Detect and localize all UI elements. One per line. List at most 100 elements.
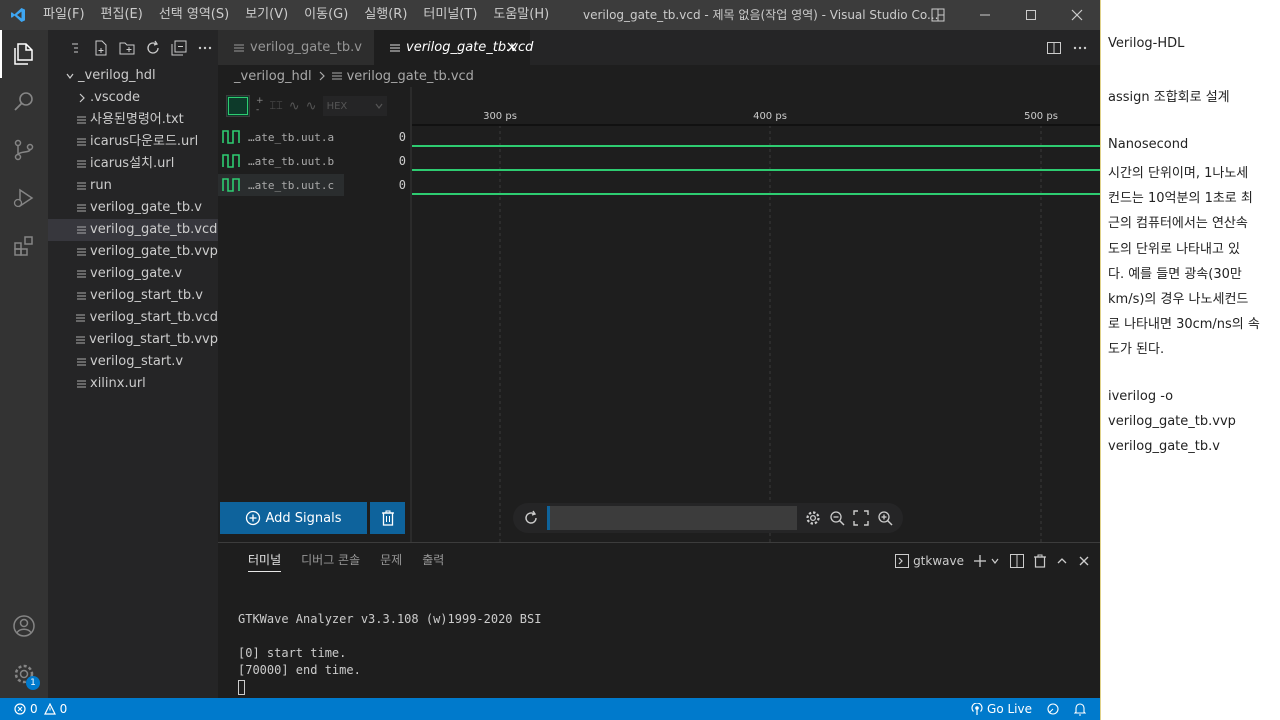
signal-row[interactable]: …ate_tb.uut.a 0 xyxy=(218,125,410,149)
layout-icon[interactable] xyxy=(928,0,948,30)
zoom-plus-minus[interactable]: + - xyxy=(256,97,264,115)
search-icon[interactable] xyxy=(0,78,48,126)
refresh-icon[interactable] xyxy=(144,39,162,57)
note-line: km/s)의 경우 나노세컨드 xyxy=(1108,292,1249,307)
tree-file[interactable]: 사용된명령어.txt xyxy=(48,109,218,131)
note-line: verilog_gate_tb.v xyxy=(1108,439,1220,455)
close-panel-icon[interactable] xyxy=(1078,555,1090,567)
menu-view[interactable]: 보기(V) xyxy=(237,0,296,30)
tree-item-label: verilog_start_tb.vvp xyxy=(89,332,218,347)
delete-signal-button[interactable] xyxy=(370,502,405,534)
editor-area: verilog_gate_tb.v verilog_gate_tb.vcd _v… xyxy=(218,30,1100,542)
more-actions-icon[interactable] xyxy=(196,39,214,57)
tab-debug-console[interactable]: 디버그 콘솔 xyxy=(291,543,370,578)
file-lines-icon xyxy=(74,291,88,301)
new-file-icon[interactable] xyxy=(92,39,110,57)
time-label: 500 ps xyxy=(1024,111,1058,122)
new-folder-icon[interactable] xyxy=(118,39,136,57)
close-tab-icon[interactable] xyxy=(504,39,520,55)
format-select[interactable]: HEX xyxy=(322,96,387,116)
signal-name-box: …ate_tb.uut.c xyxy=(218,174,344,196)
tree-item-label: verilog_start_tb.v xyxy=(90,288,203,303)
signal-row[interactable]: …ate_tb.uut.c 0 xyxy=(218,173,410,197)
tab-terminal[interactable]: 터미널 xyxy=(238,543,291,578)
tab-verilog-gate-tb-v[interactable]: verilog_gate_tb.v xyxy=(218,30,374,65)
note-line: 근의 컴퓨터에서는 연산속 xyxy=(1108,216,1248,232)
collapse-toggle-icon[interactable] xyxy=(66,39,84,57)
waveform-controls xyxy=(513,503,903,533)
add-signals-button[interactable]: Add Signals xyxy=(220,502,367,534)
problems-status[interactable]: 0 0 xyxy=(0,702,67,716)
editor-tabs: verilog_gate_tb.v verilog_gate_tb.vcd xyxy=(218,30,1100,65)
split-terminal-icon[interactable] xyxy=(1010,553,1024,568)
bell-icon[interactable] xyxy=(1074,702,1086,716)
notes-window[interactable]: Verilog-HDL assign 조합회로 설계 Nanosecond 시간의 단… xyxy=(1100,0,1280,720)
bus-format-icon[interactable]: ⌶⌶ xyxy=(270,99,283,113)
tree-file[interactable]: verilog_gate_tb.vcd xyxy=(48,219,218,241)
terminal-name[interactable]: gtkwave xyxy=(913,554,964,568)
settings-gear-icon[interactable]: 1 xyxy=(0,650,48,698)
waveform-canvas[interactable]: 300 ps 400 ps 500 ps xyxy=(412,87,1100,542)
analog-linear-icon[interactable]: ∿ xyxy=(306,99,317,114)
chevron-down-icon[interactable] xyxy=(990,556,1000,566)
tab-output[interactable]: 출력 xyxy=(412,543,454,578)
explorer-icon[interactable] xyxy=(0,30,48,78)
tree-folder[interactable]: .vscode xyxy=(48,87,218,109)
settings-gear-icon[interactable] xyxy=(805,510,821,526)
analog-step-icon[interactable]: ∿ xyxy=(289,99,300,114)
extensions-icon[interactable] xyxy=(0,222,48,270)
breadcrumb-file[interactable]: verilog_gate_tb.vcd xyxy=(347,69,474,84)
zoom-out-icon[interactable] xyxy=(829,510,845,526)
zoom-fit-icon[interactable] xyxy=(853,510,869,526)
trash-icon[interactable] xyxy=(1034,554,1046,568)
reload-icon[interactable] xyxy=(523,510,539,526)
menu-selection[interactable]: 선택 영역(S) xyxy=(151,0,237,30)
warning-count: 0 xyxy=(59,702,68,716)
signal-color-swatch[interactable] xyxy=(226,95,250,117)
maximize-button[interactable] xyxy=(1008,0,1054,30)
plus-circle-icon xyxy=(245,510,261,526)
tree-file[interactable]: verilog_gate_tb.v xyxy=(48,197,218,219)
tree-file[interactable]: icarus설치.url xyxy=(48,153,218,175)
tree-file[interactable]: xilinx.url xyxy=(48,373,218,395)
feedback-icon[interactable] xyxy=(1046,702,1060,716)
menu-terminal[interactable]: 터미널(T) xyxy=(415,0,485,30)
menu-run[interactable]: 실행(R) xyxy=(356,0,415,30)
menu-edit[interactable]: 편집(E) xyxy=(93,0,151,30)
run-debug-icon[interactable] xyxy=(0,174,48,222)
chevron-up-icon[interactable] xyxy=(1056,555,1068,567)
waveform-svg: 300 ps 400 ps 500 ps xyxy=(412,111,1100,542)
note-line: Nanosecond xyxy=(1108,136,1189,152)
tree-file[interactable]: verilog_start_tb.vcd xyxy=(48,307,218,329)
tree-root-folder[interactable]: _verilog_hdl xyxy=(48,65,218,87)
signal-row[interactable]: …ate_tb.uut.b 0 xyxy=(218,149,410,173)
chevron-right-icon xyxy=(74,93,90,103)
signal-value: 0 xyxy=(398,178,406,192)
tree-file[interactable]: verilog_start_tb.v xyxy=(48,285,218,307)
new-terminal-icon[interactable] xyxy=(974,554,986,567)
menu-go[interactable]: 이동(G) xyxy=(296,0,356,30)
tab-verilog-gate-tb-vcd[interactable]: verilog_gate_tb.vcd xyxy=(374,30,533,65)
tree-file[interactable]: verilog_gate.v xyxy=(48,263,218,285)
more-actions-icon[interactable] xyxy=(1072,40,1088,56)
breadcrumb-folder[interactable]: _verilog_hdl xyxy=(234,69,312,84)
tree-file[interactable]: icarus다운로드.url xyxy=(48,131,218,153)
zoom-in-icon[interactable] xyxy=(877,510,893,526)
go-live-button[interactable]: Go Live xyxy=(971,702,1032,716)
collapse-all-icon[interactable] xyxy=(170,39,188,57)
menu-help[interactable]: 도움말(H) xyxy=(485,0,557,30)
split-editor-icon[interactable] xyxy=(1046,40,1062,56)
tree-file[interactable]: verilog_gate_tb.vvp xyxy=(48,241,218,263)
account-icon[interactable] xyxy=(0,602,48,650)
tree-file[interactable]: run xyxy=(48,175,218,197)
terminal-cursor xyxy=(238,680,245,695)
menu-file[interactable]: 파일(F) xyxy=(35,0,93,30)
source-control-icon[interactable] xyxy=(0,126,48,174)
tree-file[interactable]: verilog_start.v xyxy=(48,351,218,373)
minimize-button[interactable] xyxy=(962,0,1008,30)
tree-file[interactable]: verilog_start_tb.vvp xyxy=(48,329,218,351)
terminal-output[interactable]: GTKWave Analyzer v3.3.108 (w)1999-2020 B… xyxy=(238,611,541,696)
tab-problems[interactable]: 문제 xyxy=(370,543,412,578)
close-window-button[interactable] xyxy=(1054,0,1100,30)
waveform-search-input[interactable] xyxy=(547,506,797,530)
